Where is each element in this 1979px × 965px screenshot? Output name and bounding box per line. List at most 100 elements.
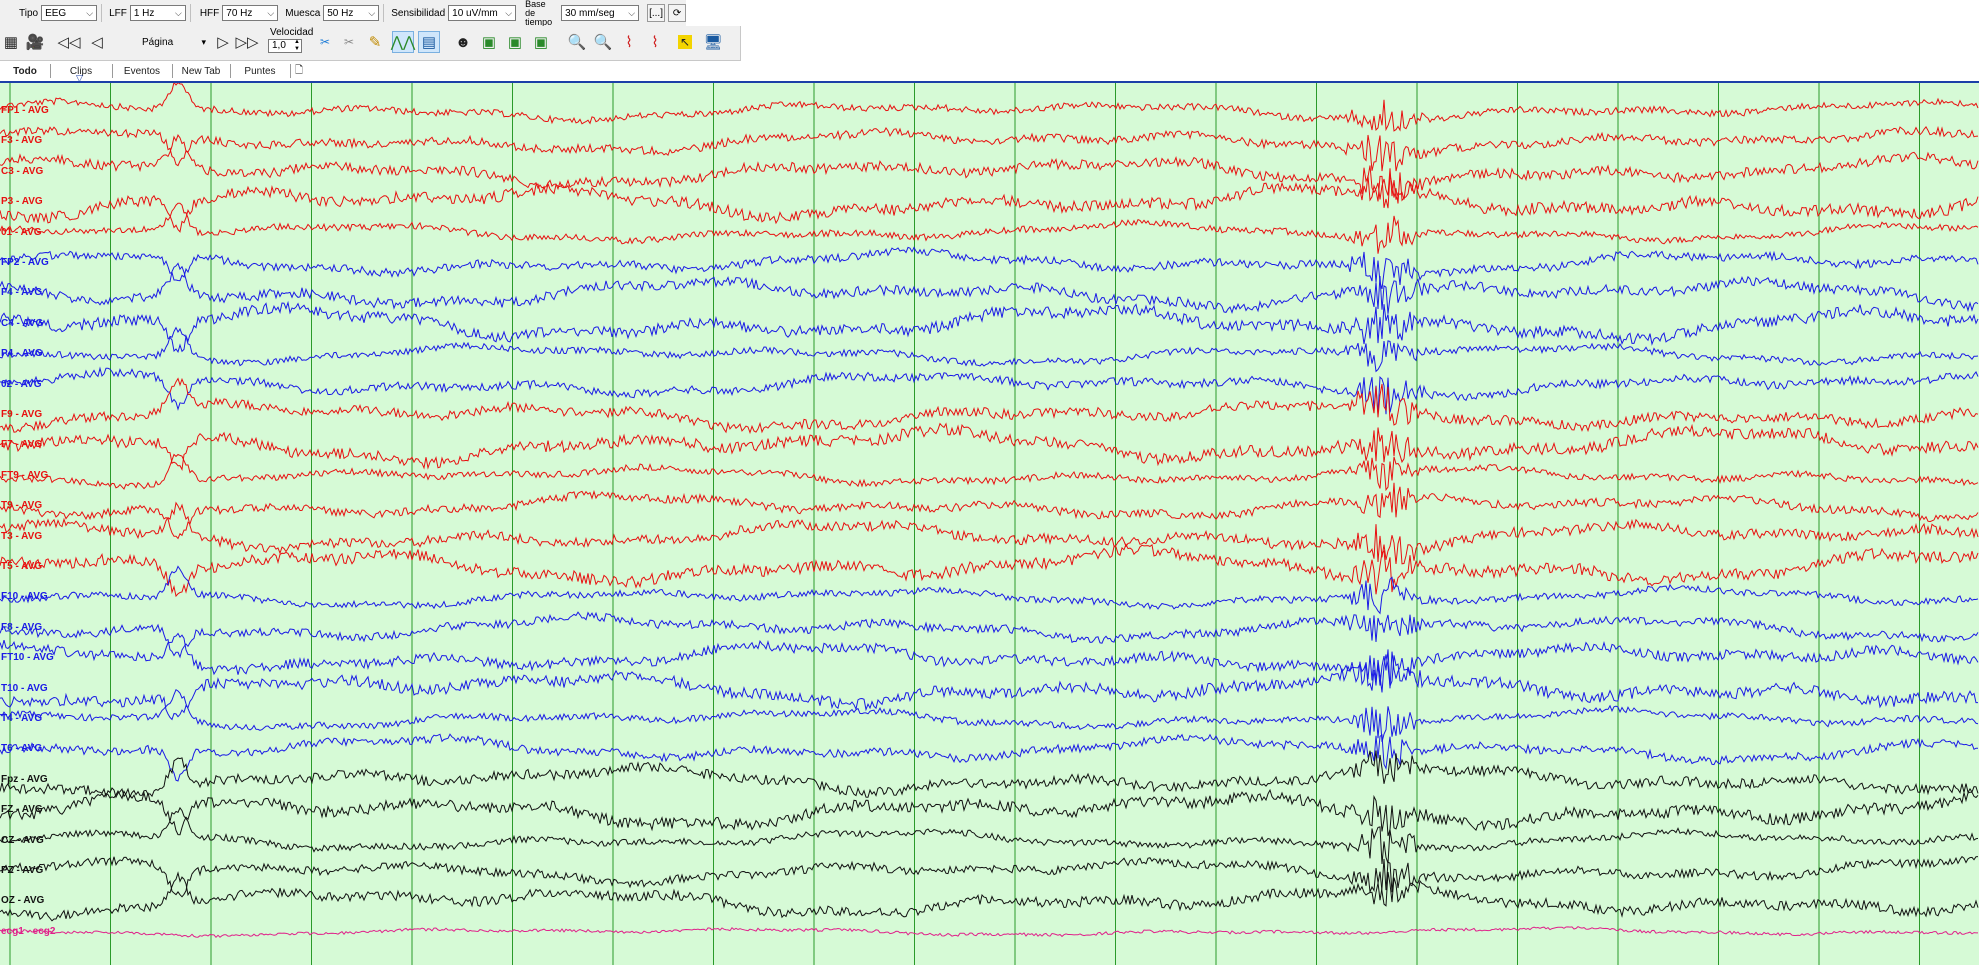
double-right-arrow-icon: ▷▷ [235,34,259,51]
channel-label[interactable]: T5 - AVG [1,561,42,572]
hff-select[interactable]: 70 Hz ⌵ [222,5,279,21]
patient-icon: ☻ [455,33,471,51]
tab-new-tab[interactable]: New Tab [172,64,231,78]
patient-button[interactable]: ☻ [452,31,474,53]
channel-trace [0,501,1979,565]
channel-trace [0,654,1978,721]
video-button[interactable]: 🎥 [24,31,46,53]
channel-label[interactable]: F3 - AVG [1,135,42,146]
channel-trace [0,543,1979,598]
channel-label[interactable]: P3 - AVG [1,196,43,207]
separator [189,4,191,22]
channel-label[interactable]: CZ - AVG [1,835,44,846]
base-tiempo-label: Base de tiempo [525,0,553,27]
zoom-in-button[interactable]: 🔍 [566,31,588,53]
left-arrow-icon: ◁ [91,34,103,51]
filter-toolbar: Tipo EEG ⌵ LFF 1 Hz ⌵ HFF 70 Hz ⌵ Muesca 50… [0,0,687,27]
channel-label[interactable]: ecg1 - ecg2 [1,926,55,937]
channel-label[interactable]: 02 - AVG [1,379,42,390]
muesca-select[interactable]: 50 Hz ⌵ [323,5,380,21]
spike-analysis-button[interactable]: ⌇ [644,31,666,53]
channel-trace [0,300,1979,354]
next-page-button[interactable]: ▷ [212,31,234,53]
montage-settings-button[interactable]: ▣ [530,31,552,53]
channel-label[interactable]: T10 - AVG [1,683,48,694]
channel-label[interactable]: T4 - AVG [1,713,42,724]
montage-edit-button[interactable]: ▣ [478,31,500,53]
spike-detect-button[interactable]: ⌇ [618,31,640,53]
channel-label[interactable]: T3 - AVG [1,531,42,542]
channel-label[interactable]: 01 - AVG [1,227,42,238]
tab-todo[interactable]: Todo [0,64,51,78]
chevron-down-icon: ⌵ [628,8,636,18]
channel-label[interactable]: FP2 - AVG [1,257,49,268]
add-tab-button[interactable]: 🗋 [292,64,306,78]
double-left-arrow-icon: ◁◁ [57,34,81,51]
channel-trace [0,202,1979,254]
channel-trace [0,366,1979,415]
channel-trace [0,134,1979,200]
refresh-button[interactable]: ⟳ [668,4,687,22]
marker-button[interactable]: ✂ [314,31,336,53]
page-view-button[interactable]: ▤ [418,31,440,53]
lff-select[interactable]: 1 Hz ⌵ [129,5,186,21]
chevron-down-icon: ⌵ [174,8,182,18]
spike-analysis-icon: ⌇ [651,34,659,51]
separator [383,4,385,22]
channel-label[interactable]: PZ - AVG [1,865,43,876]
montage-add-button[interactable]: ▣ [504,31,526,53]
channel-trace [0,83,1979,132]
channel-label[interactable]: FP1 - AVG [1,105,49,116]
chevron-down-icon: ⌵ [368,8,376,18]
channel-label[interactable]: F4 - AVG [1,287,42,298]
tab-eventos[interactable]: Eventos [112,64,173,78]
montage-button[interactable]: ▦ [0,31,22,53]
channel-label[interactable]: F7 - AVG [1,439,42,450]
prev-page-button[interactable]: ◁ [86,31,108,53]
channel-label[interactable]: FT9 - AVG [1,470,48,481]
settings-icon: ▣ [533,34,549,51]
muesca-label: Muesca [285,7,321,19]
zoom-out-button[interactable]: 🔍 [592,31,614,53]
last-page-button[interactable]: ▷▷ [235,31,259,53]
channel-label[interactable]: F8 - AVG [1,622,42,633]
first-page-button[interactable]: ◁◁ [57,31,81,53]
lff-label: LFF [109,7,127,19]
channel-trace [0,733,1979,782]
channel-label[interactable]: F9 - AVG [1,409,42,420]
monitor-add-icon: ▣ [507,34,523,51]
channel-label[interactable]: C4 - AVG [1,318,43,329]
channel-label[interactable]: P4 - AVG [1,348,43,359]
bracket-button[interactable]: [...] [647,4,666,22]
channel-label[interactable]: C3 - AVG [1,166,43,177]
channel-trace [0,855,1979,901]
chevron-down-icon: ▾ [201,36,206,47]
annotation-icon: ✎ [368,34,382,51]
display-settings-button[interactable]: 🖥 [702,31,724,53]
tab-puntes[interactable]: Puntes [230,64,291,78]
pagina-select[interactable]: Página ▾ [130,31,208,53]
channel-label[interactable]: F10 - AVG [1,591,48,602]
annotation-button[interactable]: ✎ [364,31,386,53]
channel-trace [0,632,1979,689]
channel-label[interactable]: OZ - AVG [1,895,44,906]
marker-icon: ✂ [319,35,331,49]
remove-marker-button[interactable]: ✂ [338,31,360,53]
refresh-icon: ⟳ [672,7,682,19]
velocidad-spinner[interactable]: ▲ ▼ [294,39,300,53]
channel-label[interactable]: T9 - AVG [1,500,42,511]
channel-label[interactable]: Fpz - AVG [1,774,48,785]
tipo-select[interactable]: EEG ⌵ [41,5,98,21]
channel-trace [0,871,1979,922]
channel-label[interactable]: FT10 - AVG [1,652,54,663]
zoom-in-icon: 🔍 [567,34,587,51]
channel-trace [0,246,1979,290]
cursor-button[interactable]: ↖ [674,31,696,53]
trace-view-button[interactable]: ⋀⋀ [391,31,415,53]
sensibilidad-select[interactable]: 10 uV/mm ⌵ [448,5,517,21]
base-tiempo-select[interactable]: 30 mm/seg ⌵ [561,5,640,21]
channel-label[interactable]: T6 - AVG [1,743,42,754]
channel-label[interactable]: FZ - AVG [1,804,43,815]
velocidad-label: Velocidad [270,27,314,38]
eeg-trace-area[interactable]: FP1 - AVG F3 - AVG C3 - AVG P3 - AVG 01 - AV… [0,83,1979,965]
